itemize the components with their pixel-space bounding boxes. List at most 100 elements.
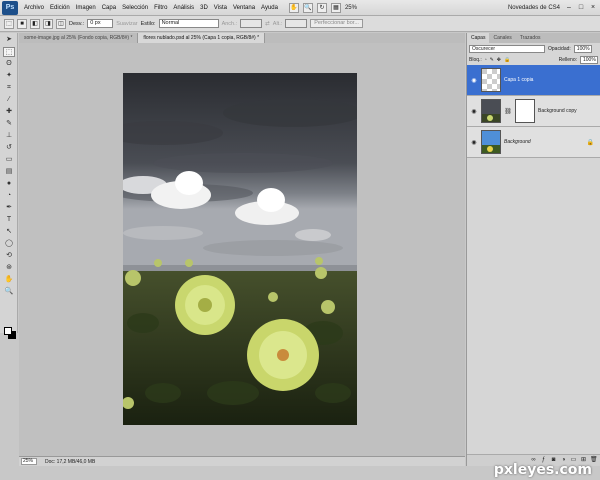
canvas-area[interactable] [19,43,465,456]
pen-tool-icon[interactable]: ✒ [3,203,15,213]
document-tabs: some-image.jpg al 25% (Fondo copia, RGB/… [19,33,465,43]
doc-tab-1[interactable]: some-image.jpg al 25% (Fondo copia, RGB/… [19,33,139,43]
menu-analisis[interactable]: Análisis [170,5,197,11]
menu-edicion[interactable]: Edición [47,5,73,11]
layer-background-copy[interactable]: ◉ ⛓ Background copy [467,96,600,127]
type-tool-icon[interactable]: T [3,215,15,225]
eyedropper-tool-icon[interactable]: ⁄ [3,95,15,105]
intersect-selection-icon[interactable]: ◫ [56,18,66,29]
move-tool-icon[interactable]: ➤ [3,35,15,45]
tab-canales[interactable]: Canales [489,33,515,43]
layer-mask-thumbnail[interactable] [515,99,535,123]
subtract-selection-icon[interactable]: ◨ [43,18,53,29]
blend-row: Oscurecer Opacidad: 100% [467,43,600,54]
layer-background[interactable]: ◉ Background 🔒 [467,127,600,158]
height-input[interactable] [285,19,308,28]
hand-tool-icon[interactable]: ✋ [3,275,15,285]
eraser-tool-icon[interactable]: ▭ [3,155,15,165]
photo-thumb-icon [482,100,500,122]
layers-panel: Capas Canales Trazados Oscurecer Opacida… [466,33,600,466]
hand-icon[interactable]: ✋ [288,2,299,13]
grid-icon[interactable]: ▦ [330,2,341,13]
chain-icon: ⛓ [504,108,512,115]
menu-capa[interactable]: Capa [99,5,119,11]
foreground-color-swatch[interactable] [4,327,12,335]
eye-icon[interactable]: ◉ [470,77,478,84]
opacity-label: Opacidad: [548,45,571,52]
workspace-select[interactable]: Novedades de CS4 [508,5,560,11]
marquee-tool-icon[interactable]: ⬚ [3,47,15,57]
menu-archivo[interactable]: Archivo [21,5,47,11]
document-image[interactable] [123,73,357,425]
maximize-icon[interactable]: □ [576,3,586,13]
status-doc-size[interactable]: Doc: 17,2 MB/46,0 MB [45,459,95,465]
add-selection-icon[interactable]: ◧ [30,18,40,29]
blend-mode-select[interactable]: Oscurecer [469,44,545,53]
tab-trazados[interactable]: Trazados [516,33,545,43]
menu-vista[interactable]: Vista [211,5,230,11]
photoshop-logo: Ps [2,0,18,15]
swap-icon[interactable]: ⇄ [265,21,270,27]
doc-tab-2[interactable]: flores nublado.psd al 25% (Capa 1 copia,… [138,33,266,43]
history-brush-tool-icon[interactable]: ↺ [3,143,15,153]
options-bar: ⬚ ■ ◧ ◨ ◫ Desv.: 0 px Suavizar Estilo: N… [0,16,600,32]
layer-capa-1-copia[interactable]: ◉ Capa 1 copia [467,65,600,96]
menu-3d[interactable]: 3D [197,5,211,11]
style-select[interactable]: Normal [158,19,219,28]
menu-imagen[interactable]: Imagen [73,5,99,11]
menu-filtro[interactable]: Filtro [151,5,170,11]
rotate-icon[interactable]: ↻ [316,2,327,13]
marquee-preset-icon[interactable]: ⬚ [4,18,14,29]
menu-seleccion[interactable]: Selección [119,5,151,11]
status-bar: 25% Doc: 17,2 MB/46,0 MB [19,456,465,466]
gradient-tool-icon[interactable]: ▤ [3,167,15,177]
feather-input[interactable]: 0 px [87,19,114,28]
zoom-select[interactable]: 25% [345,5,357,11]
tab-capas[interactable]: Capas [467,33,490,43]
lock-transparency-icon[interactable]: ▫ [485,57,487,63]
path-selection-tool-icon[interactable]: ↖ [3,227,15,237]
photo-thumb-icon [482,131,500,153]
eye-icon[interactable]: ◉ [470,108,478,115]
zoom-tool-icon[interactable]: 🔍 [3,287,15,297]
width-label: Anch.: [221,20,238,27]
zoom-icon[interactable]: 🔍 [302,2,313,13]
width-input[interactable] [240,19,263,28]
lock-icon: 🔒 [586,139,594,146]
transparent-thumb-icon [482,69,500,91]
layer-name[interactable]: Capa 1 copia [504,77,533,83]
lasso-tool-icon[interactable]: ʘ [3,59,15,69]
refine-edge-button[interactable]: Perfeccionar bor... [310,19,363,28]
lock-move-icon[interactable]: ✥ [497,57,501,63]
menu-ventana[interactable]: Ventana [230,5,258,11]
menu-ayuda[interactable]: Ayuda [258,5,281,11]
layer-name[interactable]: Background copy [538,108,577,114]
fill-input[interactable]: 100% [580,55,598,64]
3d-rotate-tool-icon[interactable]: ⟲ [3,251,15,261]
fill-label: Relleno: [558,56,577,63]
style-label: Estilo: [140,20,156,27]
close-icon[interactable]: × [588,3,598,13]
new-selection-icon[interactable]: ■ [17,18,27,29]
lock-brush-icon[interactable]: ✎ [490,57,494,63]
status-zoom-field[interactable]: 25% [21,458,37,465]
minimize-icon[interactable]: – [564,3,574,13]
3d-orbit-tool-icon[interactable]: ⊛ [3,263,15,273]
feather-label: Desv.: [69,20,85,27]
magic-wand-tool-icon[interactable]: ✦ [3,71,15,81]
opacity-input[interactable]: 100% [573,44,592,53]
brush-tool-icon[interactable]: ✎ [3,119,15,129]
layer-name[interactable]: Background [504,139,531,145]
healing-tool-icon[interactable]: ✚ [3,107,15,117]
eye-icon[interactable]: ◉ [470,139,478,146]
flowers-cloudy-photo [123,73,357,425]
blur-tool-icon[interactable]: ● [3,179,15,189]
shape-tool-icon[interactable]: ◯ [3,239,15,249]
stamp-tool-icon[interactable]: ⊥ [3,131,15,141]
antialias-checkbox[interactable]: Suavizar [116,21,137,27]
toolbox: ➤ ⬚ ʘ ✦ ⌗ ⁄ ✚ ✎ ⊥ ↺ ▭ ▤ ● ◔ ✒ T ↖ ◯ ⟲ ⊛ … [0,33,18,339]
lock-all-icon[interactable]: 🔒 [504,57,510,63]
lock-row: Bloq.: ▫ ✎ ✥ 🔒 Relleno: 100% [467,54,600,65]
crop-tool-icon[interactable]: ⌗ [3,83,15,93]
dodge-tool-icon[interactable]: ◔ [3,191,15,201]
